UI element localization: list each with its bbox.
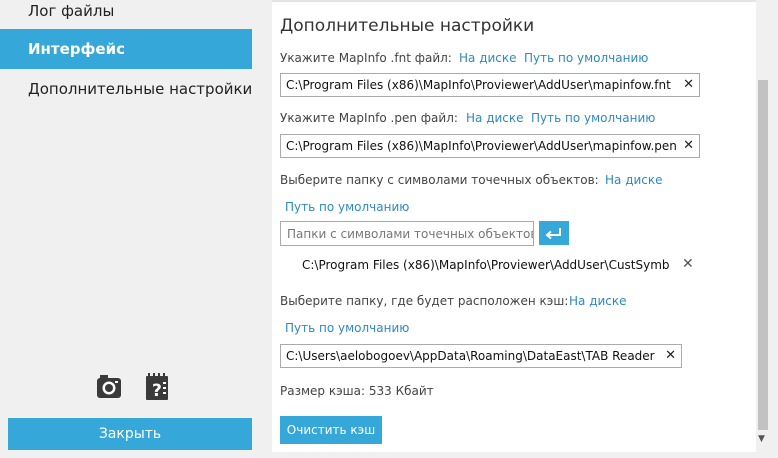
fnt-on-disk-link[interactable]: На диске bbox=[459, 51, 517, 65]
clear-cache-button[interactable]: Очистить кэш bbox=[280, 416, 382, 444]
fnt-path-value: C:\Program Files (x86)\MapInfo\Proviewer… bbox=[286, 78, 671, 92]
pen-on-disk-link[interactable]: На диске bbox=[466, 111, 524, 125]
close-button[interactable]: Закрыть bbox=[8, 418, 252, 450]
symbols-label: Выберите папку с символами точечных объе… bbox=[280, 173, 599, 187]
camera-icon[interactable] bbox=[94, 372, 124, 402]
sidebar-item-log-files[interactable]: Лог файлы bbox=[0, 0, 252, 31]
enter-icon bbox=[545, 228, 561, 240]
pen-path-field[interactable]: C:\Program Files (x86)\MapInfo\Proviewer… bbox=[280, 134, 700, 158]
main-area: Дополнительные настройки Укажите MapInfo… bbox=[260, 0, 778, 458]
fnt-default-path-link[interactable]: Путь по умолчанию bbox=[524, 51, 648, 65]
pen-default-path-link[interactable]: Путь по умолчанию bbox=[531, 111, 655, 125]
symbols-folder-path: C:\Program Files (x86)\MapInfo\Proviewer… bbox=[302, 258, 670, 272]
add-symbols-folder-button[interactable] bbox=[539, 221, 569, 245]
symbols-remove-icon[interactable]: ✕ bbox=[682, 256, 694, 272]
scrollbar-thumb[interactable] bbox=[758, 80, 768, 430]
sidebar: Лог файлы Интерфейс Дополнительные настр… bbox=[0, 0, 260, 458]
sidebar-tools: ? bbox=[94, 372, 172, 402]
scroll-down-arrow-icon[interactable]: ▼ bbox=[758, 434, 765, 444]
symbols-on-disk-link[interactable]: На диске bbox=[605, 173, 663, 187]
pen-label: Укажите MapInfo .pen файл: bbox=[280, 111, 458, 125]
sidebar-item-advanced-settings[interactable]: Дополнительные настройки bbox=[0, 69, 252, 109]
pen-clear-icon[interactable]: ✕ bbox=[683, 135, 694, 157]
fnt-label: Укажите MapInfo .fnt файл: bbox=[280, 51, 452, 65]
settings-window: Лог файлы Интерфейс Дополнительные настр… bbox=[0, 0, 778, 458]
cache-default-path-link[interactable]: Путь по умолчанию bbox=[285, 321, 409, 335]
cache-path-field[interactable]: C:\Users\aelobogoev\AppData\Roaming\Data… bbox=[280, 344, 682, 368]
cache-clear-icon[interactable]: ✕ bbox=[665, 345, 676, 367]
panel-divider bbox=[272, 0, 756, 2]
fnt-path-field[interactable]: C:\Program Files (x86)\MapInfo\Proviewer… bbox=[280, 73, 700, 97]
svg-text:?: ? bbox=[152, 381, 162, 401]
cache-label: Выберите папку, где будет расположен кэш… bbox=[280, 294, 569, 308]
symbols-default-path-link[interactable]: Путь по умолчанию bbox=[285, 200, 409, 214]
page-title: Дополнительные настройки bbox=[280, 16, 535, 36]
pen-path-value: C:\Program Files (x86)\MapInfo\Proviewer… bbox=[286, 139, 677, 153]
symbols-folder-input[interactable] bbox=[280, 221, 534, 246]
vertical-scrollbar[interactable]: ▼ bbox=[756, 0, 770, 452]
settings-panel: Дополнительные настройки Укажите MapInfo… bbox=[272, 0, 756, 452]
fnt-clear-icon[interactable]: ✕ bbox=[683, 74, 694, 96]
sidebar-item-interface[interactable]: Интерфейс bbox=[0, 29, 252, 69]
cache-path-value: C:\Users\aelobogoev\AppData\Roaming\Data… bbox=[286, 349, 655, 363]
cache-on-disk-link[interactable]: На диске bbox=[569, 294, 627, 308]
help-book-icon[interactable]: ? bbox=[142, 372, 172, 402]
cache-size-text: Размер кэша: 533 Кбайт bbox=[280, 384, 434, 398]
